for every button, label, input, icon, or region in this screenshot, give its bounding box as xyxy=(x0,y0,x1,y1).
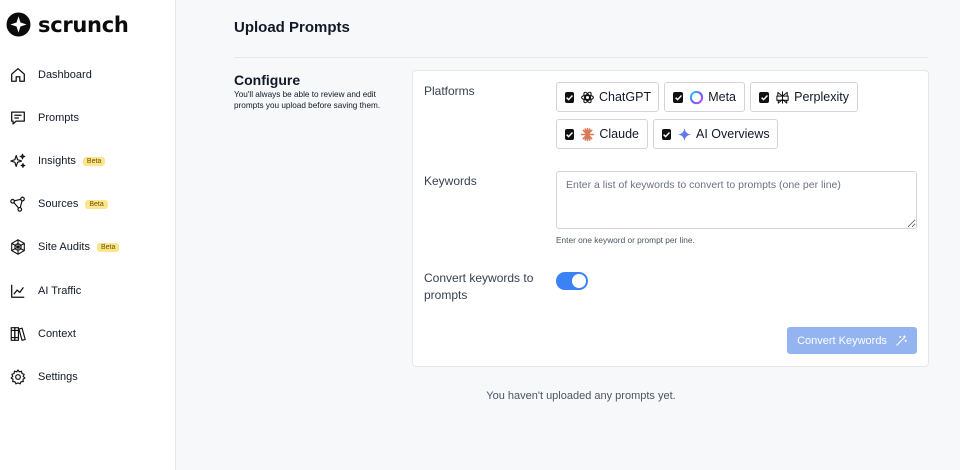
checkbox-checked-icon[interactable] xyxy=(673,91,684,103)
scrunch-logo-icon xyxy=(6,12,31,37)
sidebar-item-label: Site Audits Beta xyxy=(38,241,120,253)
header-divider xyxy=(234,57,928,58)
share-nodes-icon xyxy=(9,195,27,213)
sidebar-item-text: Sources xyxy=(38,198,79,210)
platform-label: ChatGPT xyxy=(599,90,652,104)
sidebar-item-settings[interactable]: Settings xyxy=(0,362,176,392)
platform-chip-claude[interactable]: Claude xyxy=(556,119,648,149)
globe-icon xyxy=(9,238,27,256)
sidebar-item-label: Insights Beta xyxy=(38,155,106,167)
platform-label: Perplexity xyxy=(794,90,849,104)
keywords-textarea[interactable] xyxy=(556,171,917,229)
sidebar-item-label: Settings xyxy=(38,371,78,383)
sidebar-item-text: Insights xyxy=(38,155,76,167)
magic-wand-icon xyxy=(896,334,907,346)
sidebar: scrunch Dashboard Prompts Insights Beta S… xyxy=(0,0,176,470)
keywords-label: Keywords xyxy=(424,174,477,188)
platform-chip-perplexity[interactable]: Perplexity xyxy=(750,82,858,112)
convert-toggle-label: Convert keywords to prompts xyxy=(424,271,534,302)
books-icon xyxy=(9,325,27,343)
platform-chip-meta[interactable]: Meta xyxy=(664,82,745,112)
platform-chip-chatgpt[interactable]: ChatGPT xyxy=(556,82,659,112)
sidebar-item-context[interactable]: Context xyxy=(0,319,176,349)
sidebar-item-insights[interactable]: Insights Beta xyxy=(0,146,176,176)
checkbox-checked-icon[interactable] xyxy=(662,128,671,140)
platform-chip-ai-overviews[interactable]: AI Overviews xyxy=(653,119,778,149)
sparkles-icon xyxy=(9,152,27,170)
chat-icon xyxy=(9,109,27,127)
convert-keywords-toggle[interactable] xyxy=(556,272,588,290)
openai-icon xyxy=(580,90,595,105)
keywords-hint: Enter one keyword or prompt per line. xyxy=(556,235,695,245)
sidebar-item-prompts[interactable]: Prompts xyxy=(0,103,176,133)
sidebar-item-ai-traffic[interactable]: AI Traffic xyxy=(0,276,176,306)
gear-icon xyxy=(9,368,27,386)
sidebar-item-label: Dashboard xyxy=(38,69,92,81)
claude-icon xyxy=(580,127,595,142)
gemini-sparkle-icon xyxy=(677,127,692,142)
page-title: Upload Prompts xyxy=(234,19,350,36)
configure-description: You'll always be able to review and edit… xyxy=(234,90,381,110)
beta-badge: Beta xyxy=(85,200,108,209)
sidebar-item-label: Prompts xyxy=(38,112,79,124)
sidebar-item-label: Sources Beta xyxy=(38,198,108,210)
sidebar-item-sources[interactable]: Sources Beta xyxy=(0,189,176,219)
sidebar-item-dashboard[interactable]: Dashboard xyxy=(0,60,176,90)
platforms-label: Platforms xyxy=(424,84,475,98)
meta-ring-icon xyxy=(689,90,704,105)
home-icon xyxy=(9,66,27,84)
brand-logo[interactable]: scrunch xyxy=(6,12,129,37)
convert-button-label: Convert Keywords xyxy=(797,334,887,347)
beta-badge: Beta xyxy=(82,157,106,166)
brand-name: scrunch xyxy=(38,12,129,37)
platform-label: Claude xyxy=(599,127,639,141)
sidebar-item-label: Context xyxy=(38,328,76,340)
perplexity-icon xyxy=(775,90,790,105)
empty-state-message: You haven't uploaded any prompts yet. xyxy=(486,390,676,402)
sidebar-item-label: AI Traffic xyxy=(38,285,82,297)
checkbox-checked-icon[interactable] xyxy=(759,91,770,103)
toggle-knob xyxy=(572,274,586,288)
sidebar-item-text: Site Audits xyxy=(38,241,90,253)
convert-keywords-button[interactable]: Convert Keywords xyxy=(787,327,917,354)
beta-badge: Beta xyxy=(96,243,120,252)
checkbox-checked-icon[interactable] xyxy=(565,91,574,103)
configure-title: Configure xyxy=(234,72,301,88)
chart-line-icon xyxy=(9,282,27,300)
checkbox-checked-icon[interactable] xyxy=(565,128,575,140)
platform-label: AI Overviews xyxy=(696,127,770,141)
platform-label: Meta xyxy=(708,90,736,104)
sidebar-item-site-audits[interactable]: Site Audits Beta xyxy=(0,232,176,262)
